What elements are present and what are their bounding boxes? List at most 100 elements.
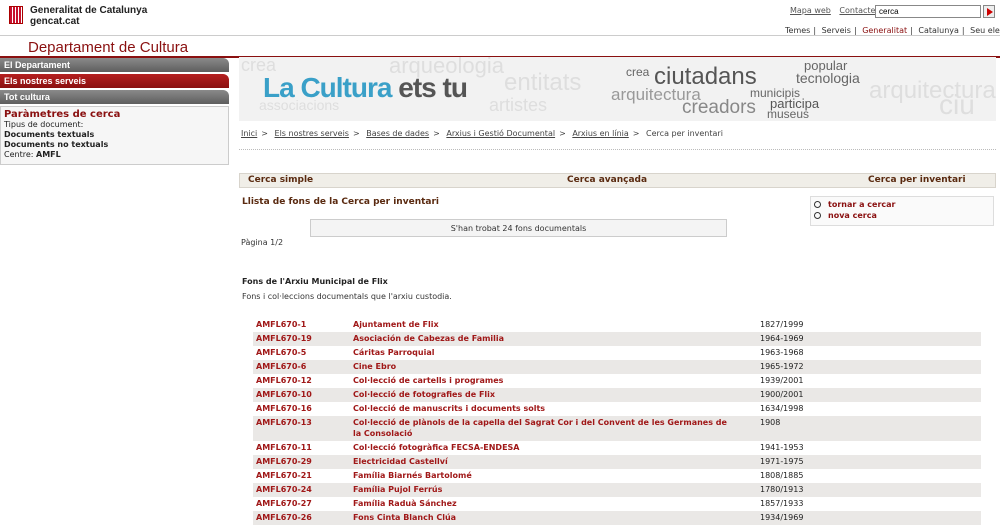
fons-name-link[interactable]: Col·lecció de fotografies de Flix bbox=[353, 389, 731, 400]
breadcrumb-divider bbox=[239, 149, 996, 150]
results-count: S'han trobat 24 fons documentals bbox=[310, 219, 727, 237]
fons-code-link[interactable]: AMFL670-11 bbox=[256, 442, 312, 453]
table-row: AMFL670-16 Col·lecció de manuscrits i doc… bbox=[253, 402, 981, 416]
fons-dates: 1963-1968 bbox=[760, 348, 804, 357]
fons-dates: 1941-1953 bbox=[760, 443, 804, 452]
search-tabs: Cerca simple Cerca avançada Cerca per in… bbox=[239, 173, 996, 188]
fons-code-link[interactable]: AMFL670-5 bbox=[256, 347, 306, 358]
new-search-link[interactable]: nova cerca bbox=[814, 211, 877, 220]
breadcrumb-arxius[interactable]: Arxius i Gestió Documental bbox=[446, 129, 555, 138]
breadcrumb-current: Cerca per inventari bbox=[646, 129, 723, 138]
tab-cerca-avancada[interactable]: Cerca avançada bbox=[567, 175, 647, 185]
fons-dates: 1827/1999 bbox=[760, 320, 804, 329]
fons-name-link[interactable]: Família Biarnés Bartolomé bbox=[353, 470, 731, 481]
doc-type-textual: Documents textuals bbox=[4, 130, 95, 139]
nav-seu[interactable]: Seu electrònica bbox=[970, 26, 1000, 35]
fons-name-link[interactable]: Asociación de Cabezas de Familia bbox=[353, 333, 731, 344]
breadcrumb-bases[interactable]: Bases de dades bbox=[366, 129, 429, 138]
fons-name-link[interactable]: Fons Cinta Blanch Clúa bbox=[353, 512, 731, 523]
fons-code-link[interactable]: AMFL670-21 bbox=[256, 470, 312, 481]
return-search-link[interactable]: tornar a cercar bbox=[814, 200, 895, 209]
contact-link[interactable]: Contacte bbox=[839, 6, 875, 15]
fons-name-link[interactable]: Col·lecció de manuscrits i documents sol… bbox=[353, 403, 731, 414]
fons-code-link[interactable]: AMFL670-6 bbox=[256, 361, 306, 372]
fons-name-link[interactable]: Ajuntament de Flix bbox=[353, 319, 731, 330]
fons-name-link[interactable]: Família Pujol Ferrús bbox=[353, 484, 731, 495]
search-input[interactable] bbox=[875, 5, 981, 18]
department-title[interactable]: Departament de Cultura bbox=[28, 39, 188, 56]
fons-dates: 1634/1998 bbox=[760, 404, 804, 413]
fons-dates: 1939/2001 bbox=[760, 376, 804, 385]
top-nav: Temes | Serveis | Generalitat | Catalunya | … bbox=[785, 26, 1000, 35]
banner-title-part1: La Cultura bbox=[263, 72, 392, 103]
fons-code-link[interactable]: AMFL670-24 bbox=[256, 484, 312, 495]
page-number: Pàgina 1/2 bbox=[241, 238, 284, 247]
fons-dates: 1934/1969 bbox=[760, 513, 804, 522]
map-link[interactable]: Mapa web bbox=[790, 6, 831, 15]
gencat-logo-icon[interactable] bbox=[9, 6, 23, 24]
nav-temes[interactable]: Temes bbox=[785, 26, 810, 35]
banner[interactable]: crea arqueologia entitats artistes assoc… bbox=[239, 57, 996, 121]
centre-value: AMFL bbox=[36, 150, 61, 159]
nav-serveis[interactable]: Serveis bbox=[822, 26, 851, 35]
params-title: Paràmetres de cerca bbox=[4, 109, 121, 120]
table-row: AMFL670-6 Cine Ebro 1965-1972 bbox=[253, 360, 981, 374]
banner-word: creadors bbox=[682, 97, 756, 118]
fons-description: Fons i col·leccions documentals que l'ar… bbox=[242, 292, 452, 301]
table-row: AMFL670-10 Col·lecció de fotografies de F… bbox=[253, 388, 981, 402]
fons-code-link[interactable]: AMFL670-10 bbox=[256, 389, 312, 400]
table-row: AMFL670-27 Família Raduà Sánchez 1857/1933 bbox=[253, 497, 981, 511]
fons-dates: 1971-1975 bbox=[760, 457, 804, 466]
table-row: AMFL670-19 Asociación de Cabezas de Famil… bbox=[253, 332, 981, 346]
doc-type-no-textual: Documents no textuals bbox=[4, 140, 109, 149]
fons-code-link[interactable]: AMFL670-19 bbox=[256, 333, 312, 344]
nav-generalitat[interactable]: Generalitat bbox=[862, 26, 907, 35]
breadcrumb-serveis[interactable]: Els nostres serveis bbox=[275, 129, 349, 138]
search-params-box: Paràmetres de cerca Tipus de document: D… bbox=[0, 106, 229, 165]
tab-cerca-simple[interactable]: Cerca simple bbox=[248, 175, 313, 185]
banner-word: museus bbox=[767, 107, 810, 121]
org-name-line2: gencat.cat bbox=[30, 16, 80, 27]
new-search-label: nova cerca bbox=[828, 211, 877, 220]
table-row: AMFL670-26 Fons Cinta Blanch Clúa 1934/196… bbox=[253, 511, 981, 525]
fons-name-link[interactable]: Cáritas Parroquial bbox=[353, 347, 731, 358]
fons-dates: 1808/1885 bbox=[760, 471, 804, 480]
top-links: Mapa web Contacte bbox=[790, 6, 881, 15]
fons-name-link[interactable]: Família Raduà Sánchez bbox=[353, 498, 731, 509]
gencat-name[interactable]: Generalitat de Catalunya gencat.cat bbox=[30, 5, 147, 27]
banner-title-part2: ets tu bbox=[398, 72, 468, 103]
search-button[interactable] bbox=[983, 5, 995, 18]
search-icon bbox=[814, 212, 821, 219]
fons-title: Fons de l'Arxiu Municipal de Flix bbox=[242, 277, 388, 286]
tab-cerca-inventari[interactable]: Cerca per inventari bbox=[868, 175, 966, 185]
fons-code-link[interactable]: AMFL670-16 bbox=[256, 403, 312, 414]
fons-code-link[interactable]: AMFL670-12 bbox=[256, 375, 312, 386]
breadcrumb-arxius-linia[interactable]: Arxius en línia bbox=[572, 129, 628, 138]
sidebar-item-tot-cultura[interactable]: Tot cultura bbox=[0, 90, 229, 104]
fons-dates: 1900/2001 bbox=[760, 390, 804, 399]
fons-dates: 1965-1972 bbox=[760, 362, 804, 371]
search-icon bbox=[814, 201, 821, 208]
sidebar-item-departament[interactable]: El Departament bbox=[0, 58, 229, 72]
fons-code-link[interactable]: AMFL670-26 bbox=[256, 512, 312, 523]
fons-code-link[interactable]: AMFL670-13 bbox=[256, 417, 312, 428]
breadcrumb-inici[interactable]: Inici bbox=[241, 129, 257, 138]
fons-code-link[interactable]: AMFL670-1 bbox=[256, 319, 306, 330]
fons-code-link[interactable]: AMFL670-27 bbox=[256, 498, 312, 509]
top-bar: Generalitat de Catalunya gencat.cat Mapa… bbox=[0, 0, 1000, 36]
fons-name-link[interactable]: Cine Ebro bbox=[353, 361, 731, 372]
fons-name-link[interactable]: Electricidad Castellví bbox=[353, 456, 731, 467]
fons-name-link[interactable]: Col·lecció de plànols de la capella del … bbox=[353, 417, 731, 439]
table-row: AMFL670-12 Col·lecció de cartells i progr… bbox=[253, 374, 981, 388]
action-box: tornar a cercar nova cerca bbox=[810, 196, 994, 226]
table-row: AMFL670-24 Família Pujol Ferrús 1780/1913 bbox=[253, 483, 981, 497]
nav-catalunya[interactable]: Catalunya bbox=[918, 26, 959, 35]
sidebar: El Departament Els nostres serveis Tot c… bbox=[0, 58, 229, 165]
fons-name-link[interactable]: Col·lecció de cartells i programes bbox=[353, 375, 731, 386]
table-row: AMFL670-1 Ajuntament de Flix 1827/1999 bbox=[253, 318, 981, 332]
fons-code-link[interactable]: AMFL670-29 bbox=[256, 456, 312, 467]
sidebar-item-serveis[interactable]: Els nostres serveis bbox=[0, 74, 229, 88]
table-row: AMFL670-21 Família Biarnés Bartolomé 1808/… bbox=[253, 469, 981, 483]
fons-dates: 1964-1969 bbox=[760, 334, 804, 343]
fons-name-link[interactable]: Col·lecció fotogràfica FECSA-ENDESA bbox=[353, 442, 731, 453]
